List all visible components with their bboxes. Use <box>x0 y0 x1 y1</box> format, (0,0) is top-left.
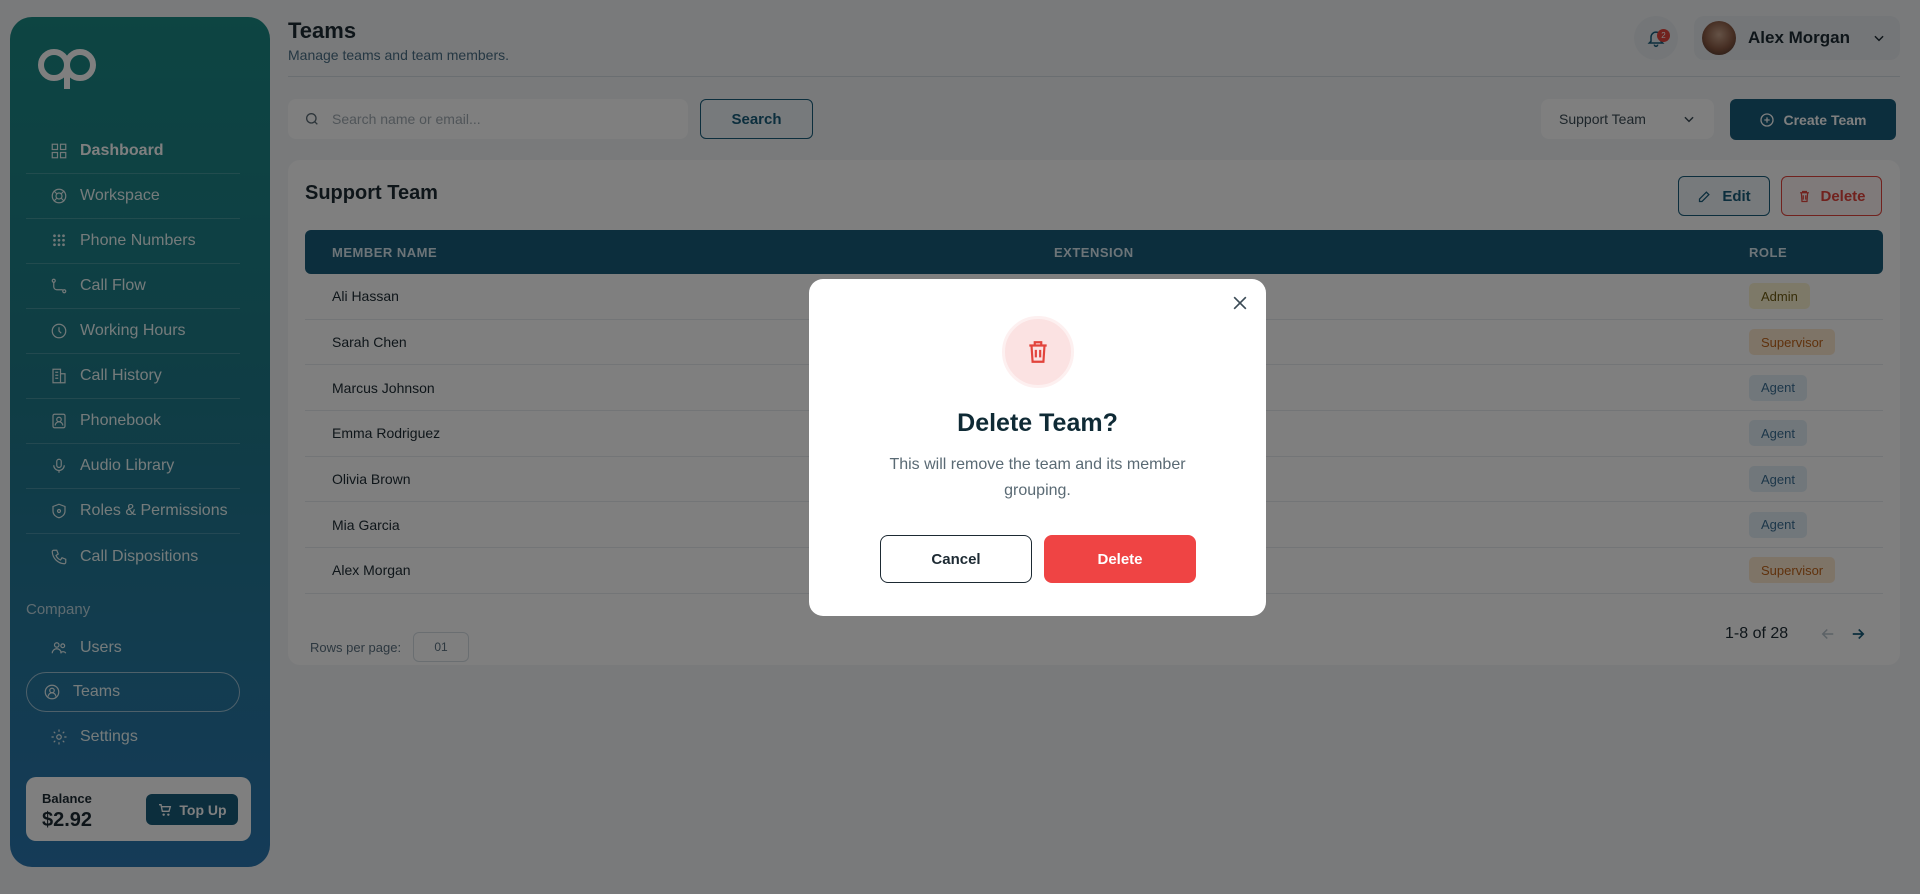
dialog-title: Delete Team? <box>957 409 1118 437</box>
close-icon[interactable] <box>1230 293 1250 313</box>
confirm-delete-button[interactable]: Delete <box>1044 535 1196 583</box>
cancel-button[interactable]: Cancel <box>880 535 1032 583</box>
trash-icon <box>1029 341 1047 363</box>
delete-team-dialog: Delete Team? This will remove the team a… <box>809 279 1266 616</box>
dialog-message: This will remove the team and its member… <box>889 456 1186 499</box>
warning-trash-badge <box>1002 316 1074 388</box>
